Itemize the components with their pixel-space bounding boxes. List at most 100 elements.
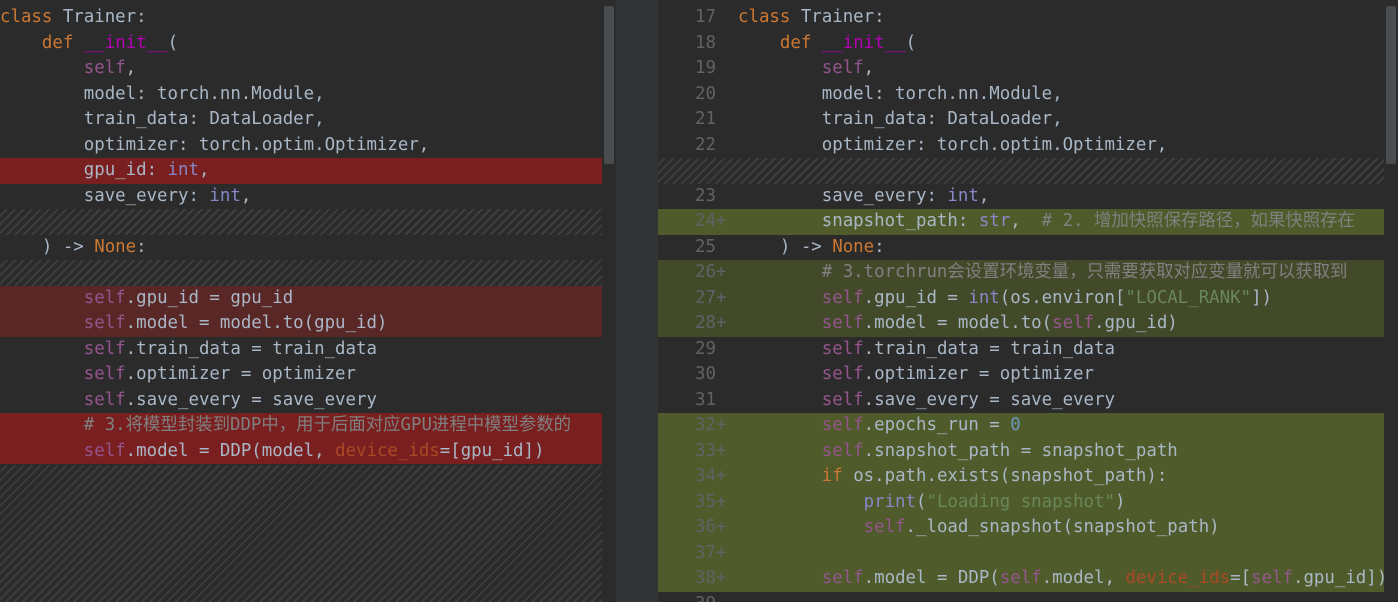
added-line-marker: + [716,287,727,308]
code-text: save_every: int, [0,185,252,206]
right-code-line[interactable]: 32 + self.epochs_run = 0 [658,413,1398,439]
right-scrollbar-thumb[interactable] [1386,6,1396,164]
right-code-line[interactable]: 25 ) -> None: [658,235,1398,261]
line-number: 20 [695,83,716,104]
right-code-line[interactable]: 28 + self.model = model.to(self.gpu_id) [658,311,1398,337]
left-code-area[interactable]: class Trainer: def __init__( self, model… [0,5,616,464]
line-number: 27 [695,287,716,308]
code-text: self, [83,58,137,78]
right-code-line[interactable]: 17 class Trainer: [658,5,1398,31]
left-code-line[interactable] [0,260,616,286]
left-code-line[interactable]: class Trainer: [0,5,616,31]
left-code-line[interactable]: ) -> None: [0,235,616,261]
code-text: ) -> None: [0,236,147,257]
line-number: 24 [695,211,716,231]
line-number: 34 [695,466,716,486]
line-number: 33 [695,440,716,461]
left-code-line[interactable]: self.model = model.to(gpu_id) [0,311,616,337]
code-text: class Trainer: [738,7,885,27]
right-code-line[interactable]: 23 save_every: int, [658,184,1398,210]
left-scrollbar-thumb[interactable] [604,6,614,164]
code-text: model: torch.nn.Module, [0,83,325,104]
right-code-line[interactable]: 20 model: torch.nn.Module, [658,82,1398,108]
line-number: 19 [695,58,716,78]
code-text: self.gpu_id = gpu_id [83,287,294,308]
left-code-line[interactable]: self.model = DDP(model, device_ids=[gpu_… [0,438,616,464]
left-code-line[interactable]: self, [0,56,616,82]
right-code-line[interactable]: 39 [658,592,1398,602]
left-code-line[interactable]: self.optimizer = optimizer [0,362,616,388]
code-text: model: torch.nn.Module, [738,83,1063,104]
right-code-line[interactable]: 31 self.save_every = save_every [658,388,1398,414]
added-line-marker: + [716,313,727,333]
left-code-line[interactable]: train_data: DataLoader, [0,107,616,133]
right-code-line[interactable]: 38 + self.model = DDP(self.model, device_… [658,566,1398,592]
line-number: 38 [695,568,716,588]
left-code-line[interactable] [0,209,616,235]
right-diff-pane[interactable]: 17 class Trainer: 18 def __init__(19 self,… [658,0,1398,602]
right-code-line[interactable]: 33 + self.snapshot_path = snapshot_path [658,438,1398,464]
right-code-line[interactable]: 34 + if os.path.exists(snapshot_path): [658,464,1398,490]
code-text: gpu_id: int, [0,160,210,180]
code-text: def __init__( [41,32,179,53]
line-number: 30 [695,364,716,384]
code-text: self.train_data = train_data [821,338,1115,359]
code-text: self.model = DDP(self.model, device_ids=… [821,568,1388,588]
added-line-marker: + [716,466,727,486]
left-code-line[interactable]: # 3.将模型封装到DDP中，用于后面对应GPU进程中模型参数的 [0,413,616,439]
right-code-line[interactable]: 24 + snapshot_path: str, # 2. 增加快照保存路径，如果… [658,209,1398,235]
code-text: self.model = DDP(model, device_ids=[gpu_… [83,440,545,461]
right-code-line[interactable]: 29 self.train_data = train_data [658,337,1398,363]
right-code-line[interactable]: 21 train_data: DataLoader, [658,107,1398,133]
code-text: print("Loading snapshot") [863,491,1126,512]
left-empty-hatch [0,465,616,602]
line-number: 25 [695,236,716,257]
code-text: train_data: DataLoader, [0,109,325,129]
line-number: 31 [695,389,716,410]
code-text: self.gpu_id = int(os.environ["LOCAL_RANK… [821,287,1273,308]
left-code-line[interactable]: save_every: int, [0,184,616,210]
left-code-line[interactable]: self.gpu_id = gpu_id [0,285,616,311]
left-code-line[interactable]: gpu_id: int, [0,158,616,184]
right-code-line[interactable]: 35 + print("Loading snapshot") [658,489,1398,515]
right-code-area[interactable]: 17 class Trainer: 18 def __init__(19 self,… [658,5,1398,602]
line-number: 17 [695,7,716,27]
right-code-line[interactable]: 22 optimizer: torch.optim.Optimizer, [658,133,1398,159]
code-text: self.optimizer = optimizer [83,364,356,384]
diff-divider [616,0,658,602]
line-number: 37 [695,542,716,563]
left-code-line[interactable]: self.save_every = save_every [0,388,616,414]
code-text: train_data: DataLoader, [738,109,1063,129]
left-code-line[interactable]: self.train_data = train_data [0,337,616,363]
right-code-line[interactable]: 26 + # 3.torchrun会设置环境变量，只需要获取对应变量就可以获取到 [658,260,1398,286]
line-number: 18 [695,32,716,53]
right-scrollbar[interactable] [1384,0,1398,602]
line-number: 29 [695,338,716,359]
left-code-line[interactable]: def __init__( [0,31,616,57]
right-code-line[interactable]: 30 self.optimizer = optimizer [658,362,1398,388]
left-code-line[interactable]: model: torch.nn.Module, [0,82,616,108]
right-code-line[interactable]: 37 + [658,540,1398,566]
line-number: 35 [695,491,716,512]
line-number: 21 [695,109,716,129]
right-code-line[interactable]: 18 def __init__( [658,31,1398,57]
right-code-line[interactable]: 19 self, [658,56,1398,82]
left-scrollbar[interactable] [602,0,616,602]
code-text: self.model = model.to(gpu_id) [83,313,388,333]
code-text: self.snapshot_path = snapshot_path [821,440,1178,461]
code-text: self.save_every = save_every [83,389,377,410]
code-text: class Trainer: [0,7,147,27]
line-number: 23 [695,185,716,206]
left-code-line[interactable]: optimizer: torch.optim.Optimizer, [0,133,616,159]
right-code-line[interactable]: 27 + self.gpu_id = int(os.environ["LOCAL_… [658,285,1398,311]
right-code-line[interactable] [658,158,1398,184]
code-text: self.optimizer = optimizer [821,364,1094,384]
added-line-marker: + [716,415,727,435]
added-line-marker: + [716,262,727,282]
code-text: optimizer: torch.optim.Optimizer, [738,134,1168,155]
line-number: 32 [695,415,716,435]
code-text: ) -> None: [738,236,885,257]
left-diff-pane[interactable]: class Trainer: def __init__( self, model… [0,0,616,602]
code-text: if os.path.exists(snapshot_path): [821,466,1168,486]
right-code-line[interactable]: 36 + self._load_snapshot(snapshot_path) [658,515,1398,541]
